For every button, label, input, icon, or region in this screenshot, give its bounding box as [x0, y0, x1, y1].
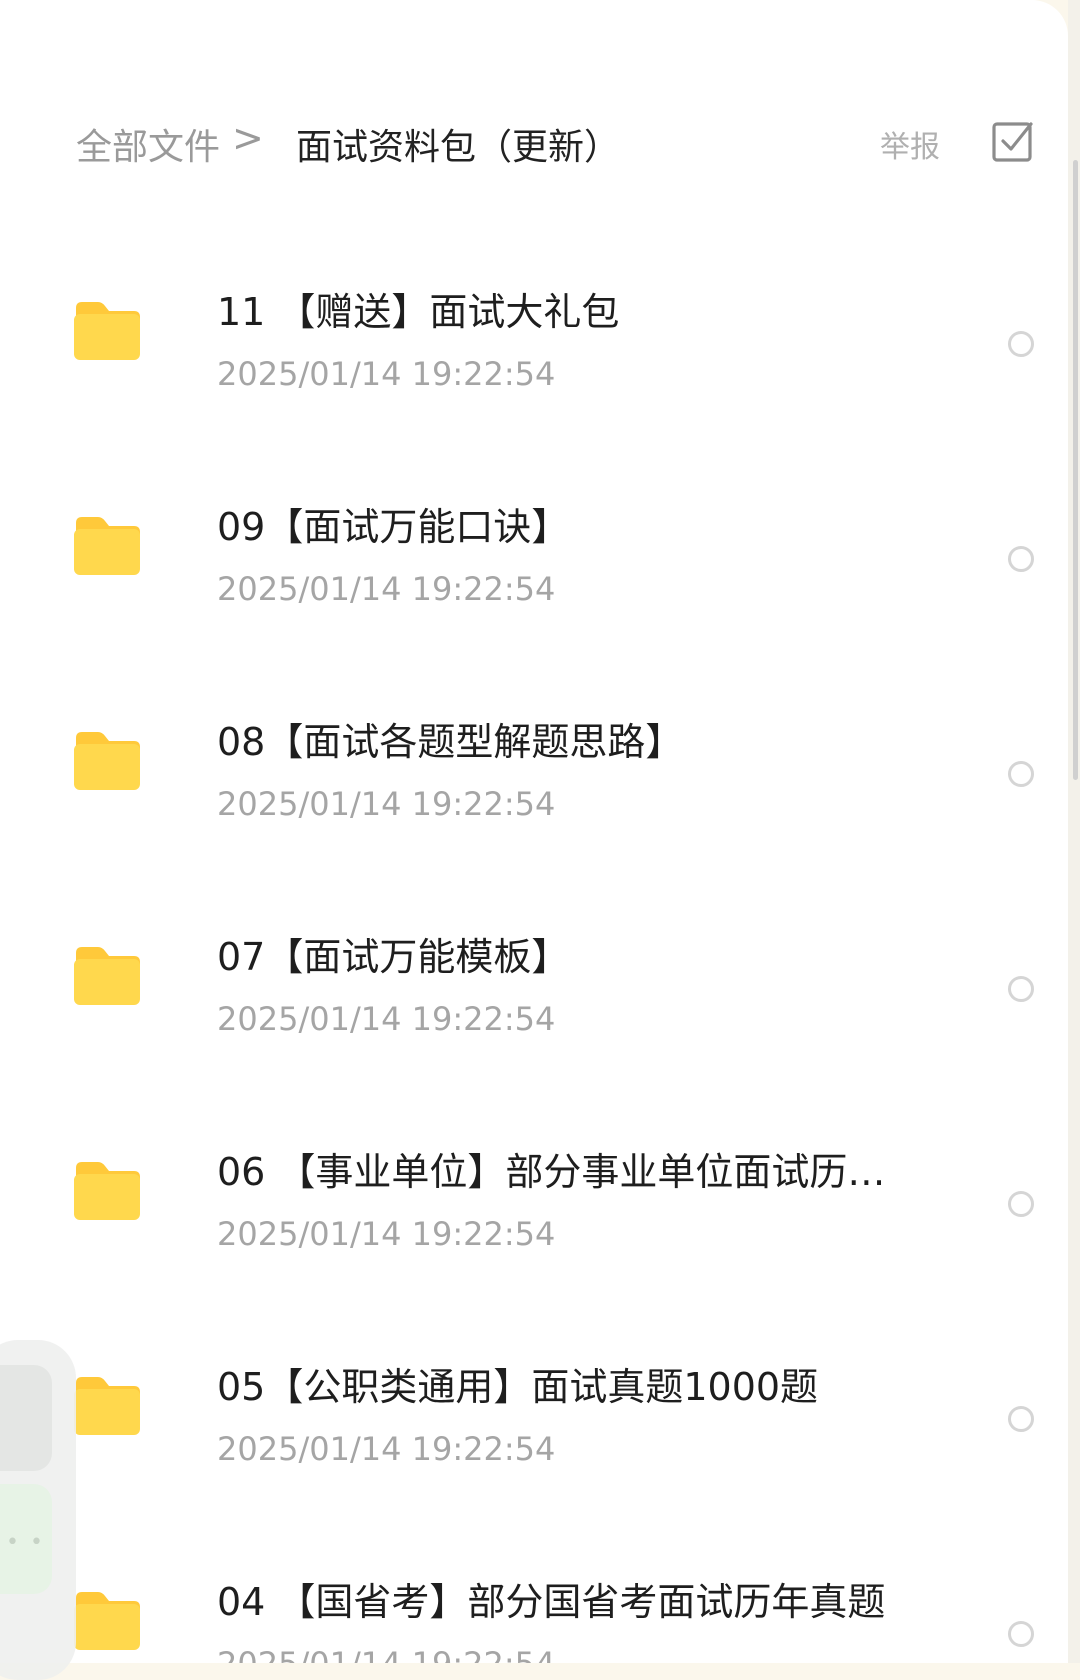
more-dots-icon: • •	[6, 1530, 45, 1555]
file-row[interactable]: 11 【赠送】面试大礼包 2025/01/14 19:22:54	[0, 245, 1068, 460]
select-radio[interactable]	[1008, 1191, 1034, 1217]
file-row[interactable]: 04 【国省考】部分国省考面试历年真题 2025/01/14 19:22:54	[0, 1535, 1068, 1663]
folder-icon	[74, 517, 140, 575]
scrollbar-thumb[interactable]	[1073, 160, 1078, 780]
select-radio[interactable]	[1008, 331, 1034, 357]
select-radio[interactable]	[1008, 1621, 1034, 1647]
file-row[interactable]: 08【面试各题型解题思路】 2025/01/14 19:22:54	[0, 675, 1068, 890]
file-row[interactable]: 09【面试万能口诀】 2025/01/14 19:22:54	[0, 460, 1068, 675]
select-radio[interactable]	[1008, 976, 1034, 1002]
checkbox-icon[interactable]	[990, 118, 1036, 164]
folder-icon	[74, 732, 140, 790]
scrollbar-track[interactable]	[1068, 0, 1080, 1663]
file-name: 05【公职类通用】面试真题1000题	[217, 1365, 819, 1409]
folder-icon	[74, 1162, 140, 1220]
folder-icon	[74, 302, 140, 360]
file-name: 09【面试万能口诀】	[217, 505, 570, 549]
breadcrumb-current: 面试资料包（更新）	[296, 127, 621, 168]
file-name: 08【面试各题型解题思路】	[217, 720, 684, 764]
folder-icon	[74, 1592, 140, 1650]
folder-icon	[74, 947, 140, 1005]
breadcrumb-root[interactable]: 全部文件	[76, 118, 220, 170]
file-name: 07【面试万能模板】	[217, 935, 570, 979]
select-radio[interactable]	[1008, 546, 1034, 572]
file-row[interactable]: 06 【事业单位】部分事业单位面试历… 2025/01/14 19:22:54	[0, 1105, 1068, 1320]
file-date: 2025/01/14 19:22:54	[217, 1645, 555, 1663]
floating-tool-button[interactable]	[0, 1365, 52, 1471]
file-list: 11 【赠送】面试大礼包 2025/01/14 19:22:54 09【面试万能口诀…	[0, 245, 1068, 1663]
header-bar: 全部文件 > 面试资料包（更新） 举报	[0, 100, 1068, 180]
file-date: 2025/01/14 19:22:54	[217, 570, 556, 608]
breadcrumb-separator: >	[232, 116, 264, 160]
file-date: 2025/01/14 19:22:54	[217, 355, 556, 393]
report-button[interactable]: 举报	[880, 122, 940, 166]
file-name: 04 【国省考】部分国省考面试历年真题	[217, 1580, 886, 1624]
file-name: 06 【事业单位】部分事业单位面试历…	[217, 1150, 886, 1194]
select-radio[interactable]	[1008, 1406, 1034, 1432]
file-row[interactable]: 05【公职类通用】面试真题1000题 2025/01/14 19:22:54	[0, 1320, 1068, 1535]
file-date: 2025/01/14 19:22:54	[217, 785, 556, 823]
file-name: 11 【赠送】面试大礼包	[217, 290, 620, 334]
file-browser-sheet: 全部文件 > 面试资料包（更新） 举报 11 【赠送】面试大礼包 2025/01/…	[0, 0, 1068, 1663]
folder-icon	[74, 1377, 140, 1435]
file-date: 2025/01/14 19:22:54	[217, 1000, 556, 1038]
file-row[interactable]: 07【面试万能模板】 2025/01/14 19:22:54	[0, 890, 1068, 1105]
file-date: 2025/01/14 19:22:54	[217, 1215, 556, 1253]
select-radio[interactable]	[1008, 761, 1034, 787]
file-date: 2025/01/14 19:22:54	[217, 1430, 556, 1468]
